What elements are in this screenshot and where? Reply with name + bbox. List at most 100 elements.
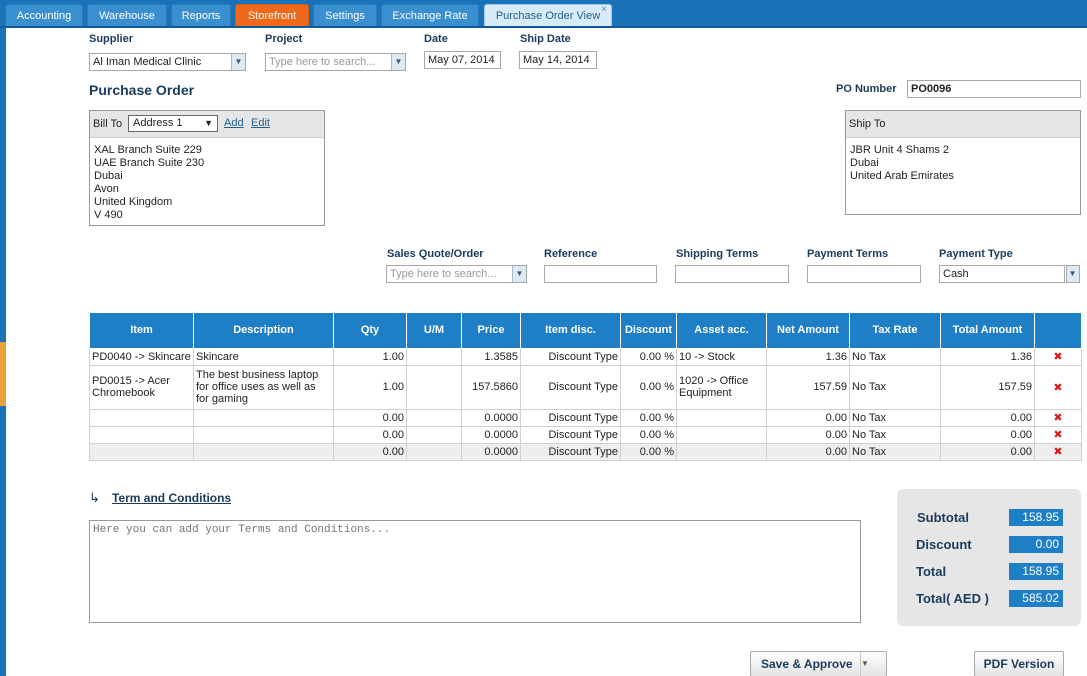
column-header[interactable]: Item xyxy=(89,313,194,349)
reference-field[interactable] xyxy=(544,265,657,283)
delete-x-icon[interactable]: ✖ xyxy=(1034,408,1082,427)
description-cell[interactable] xyxy=(193,442,334,461)
delete-x-icon[interactable]: ✖ xyxy=(1034,347,1082,366)
discount-cell[interactable]: 0.00 % xyxy=(620,364,677,410)
price-cell[interactable]: 1.3585 xyxy=(461,347,521,366)
chevron-down-icon[interactable]: ▼ xyxy=(860,652,886,676)
um-cell[interactable] xyxy=(406,347,462,366)
description-cell[interactable] xyxy=(193,425,334,444)
item-disc-cell[interactable]: Discount Type xyxy=(520,408,621,427)
price-cell[interactable]: 0.0000 xyxy=(461,425,521,444)
tax-rate-cell[interactable]: No Tax xyxy=(849,425,941,444)
sidebar-marker[interactable] xyxy=(0,342,6,406)
column-header[interactable]: Qty xyxy=(333,313,407,349)
table-row[interactable]: PD0015 -> Acer Chromebook The best busin… xyxy=(89,364,1082,410)
delete-x-icon[interactable]: ✖ xyxy=(1034,442,1082,461)
item-disc-cell[interactable]: Discount Type xyxy=(520,364,621,410)
description-cell[interactable]: The best business laptop for office uses… xyxy=(193,364,334,410)
price-cell[interactable]: 157.5860 xyxy=(461,364,521,410)
bill-to-address-select[interactable]: Address 1 ▼ xyxy=(128,115,218,132)
po-number-field[interactable]: PO0096 xyxy=(907,80,1081,98)
edit-address-link[interactable]: Edit xyxy=(251,117,270,129)
table-row[interactable]: 0.00 0.0000 Discount Type 0.00 % 0.00 No… xyxy=(89,442,1082,461)
item-cell[interactable] xyxy=(89,408,194,427)
payment-type-dropdown[interactable]: ▼ xyxy=(1066,265,1080,283)
project-search-input[interactable]: Type here to search... ▼ xyxy=(265,53,406,71)
um-cell[interactable] xyxy=(406,425,462,444)
delete-x-icon[interactable]: ✖ xyxy=(1034,425,1082,444)
tab-storefront[interactable]: Storefront xyxy=(235,4,309,26)
column-header[interactable]: Tax Rate xyxy=(849,313,941,349)
item-disc-cell[interactable]: Discount Type xyxy=(520,425,621,444)
payment-terms-field[interactable] xyxy=(807,265,921,283)
tax-rate-cell[interactable]: No Tax xyxy=(849,347,941,366)
discount-cell[interactable]: 0.00 % xyxy=(620,442,677,461)
item-disc-cell[interactable]: Discount Type xyxy=(520,442,621,461)
um-cell[interactable] xyxy=(406,408,462,427)
item-cell[interactable] xyxy=(89,442,194,461)
item-cell[interactable] xyxy=(89,425,194,444)
chevron-down-icon[interactable]: ▼ xyxy=(391,54,405,70)
terms-textarea[interactable] xyxy=(89,520,861,623)
table-row[interactable]: PD0040 -> Skincare Skincare 1.00 1.3585 … xyxy=(89,347,1082,366)
um-cell[interactable] xyxy=(406,442,462,461)
bill-to-address: XAL Branch Suite 229 UAE Branch Suite 23… xyxy=(90,138,324,228)
price-cell[interactable]: 0.0000 xyxy=(461,408,521,427)
price-cell[interactable]: 0.0000 xyxy=(461,442,521,461)
description-cell[interactable]: Skincare xyxy=(193,347,334,366)
supplier-select[interactable]: Al Iman Medical Clinic ▼ xyxy=(89,53,246,71)
chevron-down-icon[interactable]: ▼ xyxy=(1067,266,1079,282)
terms-and-conditions-link[interactable]: Term and Conditions xyxy=(112,491,231,505)
item-disc-cell[interactable]: Discount Type xyxy=(520,347,621,366)
asset-cell[interactable]: 10 -> Stock xyxy=(676,347,767,366)
tab-exchange-rate[interactable]: Exchange Rate xyxy=(381,4,479,26)
discount-cell[interactable]: 0.00 % xyxy=(620,347,677,366)
asset-cell[interactable] xyxy=(676,425,767,444)
table-row[interactable]: 0.00 0.0000 Discount Type 0.00 % 0.00 No… xyxy=(89,408,1082,427)
chevron-down-icon[interactable]: ▼ xyxy=(231,54,245,70)
qty-cell[interactable]: 1.00 xyxy=(333,364,407,410)
chevron-down-icon[interactable]: ▼ xyxy=(204,116,213,131)
discount-cell[interactable]: 0.00 % xyxy=(620,425,677,444)
column-header[interactable]: Total Amount xyxy=(940,313,1035,349)
qty-cell[interactable]: 0.00 xyxy=(333,408,407,427)
tab-accounting[interactable]: Accounting xyxy=(5,4,83,26)
chevron-down-icon[interactable]: ▼ xyxy=(512,266,526,282)
asset-cell[interactable] xyxy=(676,442,767,461)
close-icon[interactable]: × xyxy=(601,0,607,21)
discount-cell[interactable]: 0.00 % xyxy=(620,408,677,427)
sales-quote-search-input[interactable]: Type here to search... ▼ xyxy=(386,265,527,283)
column-header[interactable]: Description xyxy=(193,313,334,349)
ship-date-field[interactable]: May 14, 2014 xyxy=(519,51,597,69)
table-row[interactable]: 0.00 0.0000 Discount Type 0.00 % 0.00 No… xyxy=(89,425,1082,444)
item-cell[interactable]: PD0015 -> Acer Chromebook xyxy=(89,364,194,410)
date-field[interactable]: May 07, 2014 xyxy=(424,51,501,69)
description-cell[interactable] xyxy=(193,408,334,427)
save-approve-button[interactable]: Save & Approve ▼ xyxy=(750,651,887,676)
qty-cell[interactable]: 0.00 xyxy=(333,442,407,461)
tab-settings[interactable]: Settings xyxy=(313,4,377,26)
tab-warehouse[interactable]: Warehouse xyxy=(87,4,167,26)
tax-rate-cell[interactable]: No Tax xyxy=(849,364,941,410)
qty-cell[interactable]: 1.00 xyxy=(333,347,407,366)
tax-rate-cell[interactable]: No Tax xyxy=(849,408,941,427)
delete-x-icon[interactable]: ✖ xyxy=(1034,364,1082,410)
asset-cell[interactable]: 1020 -> Office Equipment xyxy=(676,364,767,410)
asset-cell[interactable] xyxy=(676,408,767,427)
column-header[interactable]: U/M xyxy=(406,313,462,349)
column-header[interactable]: Asset acc. xyxy=(676,313,767,349)
pdf-version-button[interactable]: PDF Version xyxy=(974,651,1064,676)
column-header[interactable]: Item disc. xyxy=(520,313,621,349)
payment-type-select[interactable]: Cash xyxy=(939,265,1065,283)
tab-purchase-order-view[interactable]: Purchase Order View × xyxy=(484,4,612,26)
tax-rate-cell[interactable]: No Tax xyxy=(849,442,941,461)
column-header[interactable]: Discount xyxy=(620,313,677,349)
qty-cell[interactable]: 0.00 xyxy=(333,425,407,444)
column-header[interactable]: Price xyxy=(461,313,521,349)
tab-reports[interactable]: Reports xyxy=(171,4,231,26)
add-address-link[interactable]: Add xyxy=(224,117,244,129)
shipping-terms-field[interactable] xyxy=(675,265,789,283)
column-header[interactable]: Net Amount xyxy=(766,313,850,349)
um-cell[interactable] xyxy=(406,364,462,410)
item-cell[interactable]: PD0040 -> Skincare xyxy=(89,347,194,366)
